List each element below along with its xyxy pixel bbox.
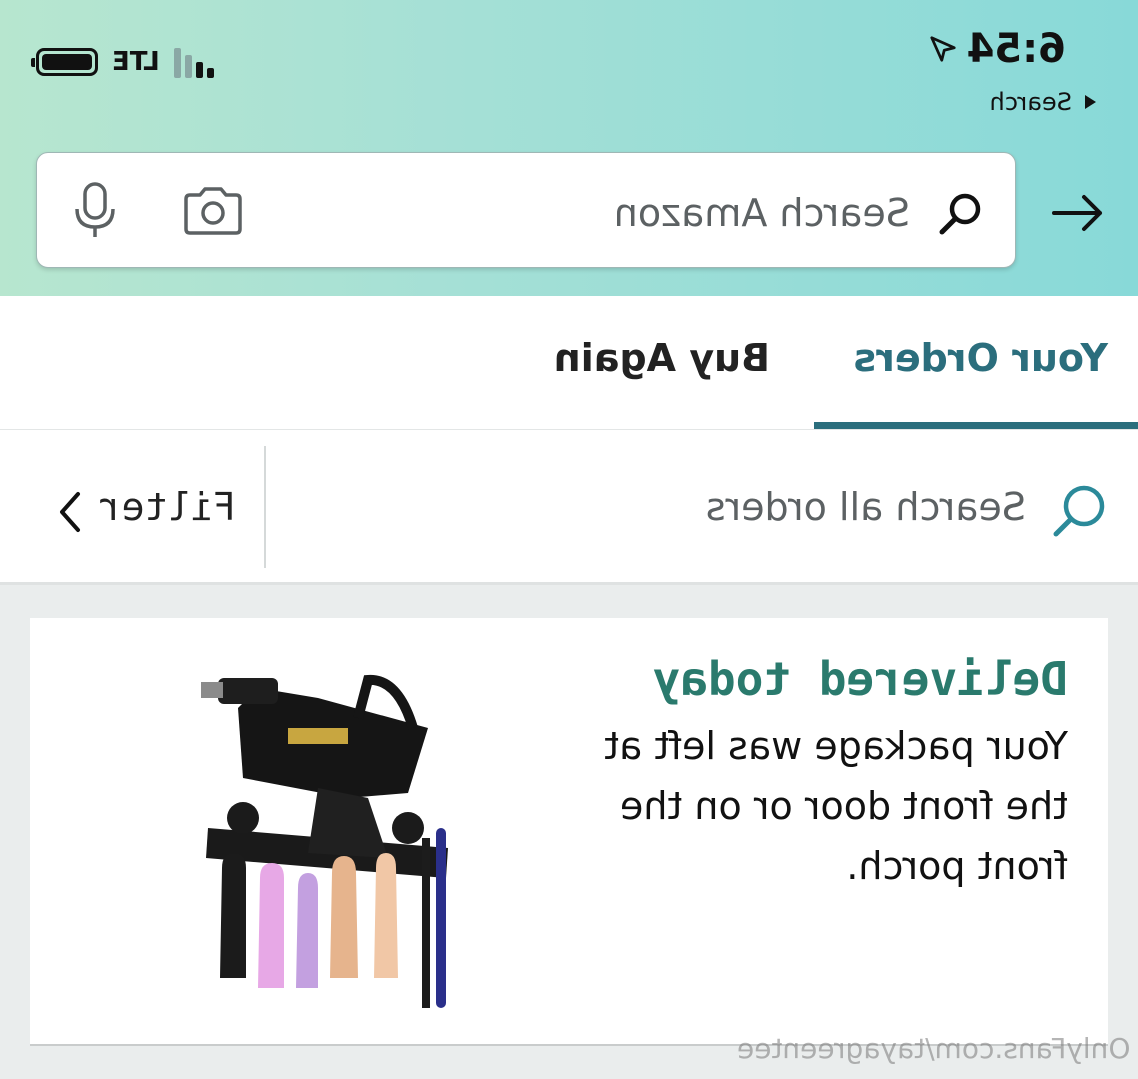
search-icon <box>1053 485 1105 537</box>
camera-icon[interactable] <box>181 185 245 237</box>
active-tab-indicator <box>814 422 1138 429</box>
divider <box>264 446 266 568</box>
location-arrow-icon <box>930 36 957 62</box>
back-arrow-icon[interactable] <box>1048 183 1108 243</box>
watermark: OnlyFans.com/tayagreentee <box>0 1032 1138 1065</box>
network-type: LTE <box>112 47 160 77</box>
signal-icon <box>173 46 214 78</box>
order-tabs: Your Orders Buy Again <box>0 296 1138 431</box>
chevron-right-icon[interactable] <box>56 490 84 534</box>
back-label: Search <box>989 88 1072 116</box>
tab-your-orders[interactable]: Your Orders <box>853 336 1108 380</box>
search-bar[interactable]: Search Amazon <box>36 152 1016 268</box>
back-to-search-link[interactable]: Search <box>990 88 1100 116</box>
watermark-text: OnlyFans.com/tayagreentee <box>736 1032 1130 1065</box>
mirrored-screen: 6:54 Search LTE Search Amazon Your Order… <box>0 0 1138 1079</box>
back-triangle-icon <box>1085 95 1096 109</box>
order-card[interactable]: Delivered today Your package was left at… <box>30 618 1108 1044</box>
product-image[interactable] <box>148 658 468 1008</box>
delivery-message: Your package was left at the front door … <box>604 724 1068 888</box>
order-search-row: Search all orders Filter <box>0 430 1138 585</box>
status-indicators: LTE <box>36 46 214 78</box>
battery-icon <box>36 48 98 76</box>
header: 6:54 Search LTE Search Amazon <box>0 0 1138 296</box>
status-time: 6:54 <box>929 26 1067 72</box>
search-input[interactable]: Search Amazon <box>614 191 910 235</box>
delivery-status: Delivered today <box>652 652 1068 706</box>
clock: 6:54 <box>966 26 1067 72</box>
order-search-input[interactable]: Search all orders <box>706 485 1026 529</box>
search-icon <box>939 193 981 235</box>
tab-buy-again[interactable]: Buy Again <box>554 336 770 380</box>
filter-button[interactable]: Filter <box>99 485 236 529</box>
microphone-icon[interactable] <box>73 181 117 241</box>
